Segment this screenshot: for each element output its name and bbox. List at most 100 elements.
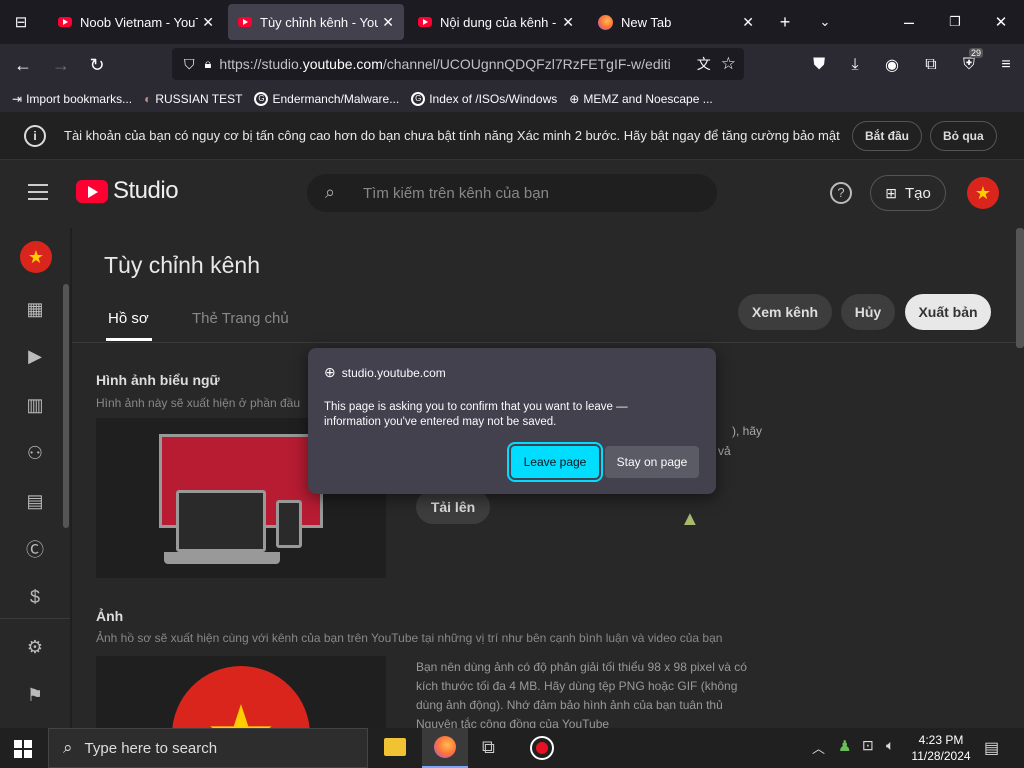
cancel-button[interactable]: Hủy [841, 294, 895, 330]
back-icon[interactable]: ← [8, 50, 38, 80]
dialog-origin: studio.youtube.com [341, 365, 446, 380]
skip-button[interactable]: Bỏ qua [930, 120, 997, 151]
windows-start-icon[interactable] [14, 740, 32, 758]
create-button[interactable]: ⊞ Tạo [870, 175, 946, 211]
settings-icon[interactable]: ⚙ [22, 634, 48, 660]
leave-page-dialog: ⊕ studio.youtube.com This page is asking … [308, 348, 716, 494]
dialog-header: ⊕ studio.youtube.com [324, 364, 446, 381]
tab-channel-content[interactable]: Nội dung của kênh - YouTube ✕ [408, 4, 584, 40]
lock-icon[interactable]: 🔒︎ [205, 56, 212, 72]
taskbar-search-box[interactable]: ⌕ Type here to search [48, 728, 368, 768]
menu-icon[interactable]: ≡ [1001, 56, 1010, 74]
task-view-icon[interactable]: ⧉ [482, 737, 495, 758]
bookmark-label: Endermanch/Malware... [272, 92, 400, 106]
downloads-icon[interactable]: ⤓ [852, 56, 859, 74]
search-icon: ⌕ [325, 182, 336, 202]
close-icon[interactable]: ✕ [382, 14, 394, 31]
tab-customize-channel[interactable]: Tùy chỉnh kênh - YouTube ✕ [228, 4, 404, 40]
extension-badge: 29 [969, 48, 984, 58]
leave-page-button[interactable]: Leave page [511, 446, 599, 478]
url-path: /channel/UCOUgnnQDQFzl7RzFETgIF-w/editi [382, 56, 671, 72]
clock[interactable]: 4:23 PM 11/28/2024 [906, 732, 976, 764]
create-label: Tạo [904, 184, 931, 202]
laptop-base [164, 552, 280, 564]
notification-icon[interactable]: ▤ [984, 738, 999, 758]
add-video-icon: ⊞ [885, 184, 897, 201]
tab-noob-vietnam[interactable]: Noob Vietnam - YouTube ✕ [48, 4, 224, 40]
youtube-logo-icon[interactable] [76, 180, 108, 203]
stay-on-page-button[interactable]: Stay on page [605, 446, 699, 478]
new-tab-icon[interactable]: + [770, 7, 800, 37]
tab-label: Tùy chỉnh kênh - YouTube [260, 14, 379, 30]
restore-icon[interactable]: ❐ [940, 7, 970, 37]
extensions-icon[interactable]: ⧉ [925, 56, 936, 74]
publish-button[interactable]: Xuất bản [905, 294, 991, 330]
tab-new-tab[interactable]: New Tab ✕ [588, 4, 764, 40]
photo-preview: ★ [96, 656, 386, 728]
community-icon[interactable]: ⚇ [22, 440, 48, 466]
shield-icon[interactable]: ⛉ [184, 56, 195, 73]
recorder-icon[interactable] [530, 736, 554, 760]
main-scrollbar[interactable] [1016, 228, 1024, 348]
cursor-artifact-icon: ▲ [680, 508, 700, 530]
translate-icon[interactable]: 文 [697, 54, 711, 74]
dashboard-icon[interactable]: ▦ [22, 296, 48, 322]
subtitles-icon[interactable]: ▤ [22, 488, 48, 514]
content-icon[interactable]: ▶ [22, 343, 48, 369]
tab-profile[interactable]: Hồ sơ [108, 310, 149, 327]
monetization-icon[interactable]: $ [22, 584, 48, 610]
bookmark-import[interactable]: ⇥ Import bookmarks... [12, 92, 132, 106]
window-close-icon[interactable]: ✕ [986, 7, 1016, 37]
feedback-icon[interactable]: ⚑ [22, 682, 48, 708]
start-button[interactable]: Bắt đầu [852, 120, 923, 151]
reload-icon[interactable]: ↻ [82, 50, 112, 80]
taskbar-firefox-button[interactable] [422, 728, 468, 768]
url-prefix: https://studio. [219, 56, 303, 72]
bookmark-isos[interactable]: G Index of /ISOs/Windows [411, 92, 557, 106]
info-icon: i [24, 124, 46, 147]
google-icon: G [411, 92, 426, 106]
close-icon[interactable]: ✕ [562, 14, 574, 31]
chevron-up-icon[interactable]: ︿ [812, 738, 825, 757]
channel-search-input[interactable]: ⌕ Tìm kiếm trên kênh của bạn [307, 174, 717, 212]
help-icon[interactable]: ? [830, 182, 852, 204]
ublock-icon[interactable]: ⛨ 29 [963, 48, 984, 74]
bookmark-endermanch[interactable]: G Endermanch/Malware... [254, 92, 399, 106]
bookmark-russian-test[interactable]: ◐ RUSSIAN TEST [144, 92, 242, 106]
chevron-down-icon[interactable]: ⌄ [810, 7, 840, 37]
hamburger-menu-icon[interactable] [28, 184, 48, 200]
channel-avatar[interactable]: ★ [20, 241, 52, 273]
bookmark-label: Index of /ISOs/Windows [429, 92, 558, 106]
address-bar[interactable]: ⛉ 🔒︎ https://studio. youtube.com/channel/… [172, 48, 744, 80]
globe-icon: ⊕ [324, 364, 336, 380]
active-tab-indicator [106, 338, 152, 341]
user-status-icon[interactable]: ♟ [838, 737, 851, 755]
banner-message: Tài khoản của bạn có nguy cơ bị tấn công… [64, 128, 840, 143]
security-banner: i Tài khoản của bạn có nguy cơ bị tấn cô… [0, 112, 1024, 160]
sidebar-scrollbar[interactable] [63, 284, 69, 528]
view-channel-button[interactable]: Xem kênh [738, 294, 832, 330]
bookmark-memz[interactable]: ⊕ MEMZ and Noescape ... [569, 92, 712, 106]
google-icon: G [254, 92, 269, 106]
tab-home-card[interactable]: Thẻ Trang chủ [192, 310, 289, 327]
avatar[interactable]: ★ [967, 177, 999, 209]
photo-section-desc: Ảnh hồ sơ sẽ xuất hiện cùng với kênh của… [96, 631, 723, 645]
volume-icon[interactable]: 🔈︎ [886, 737, 894, 754]
account-icon[interactable]: ◉ [885, 55, 899, 75]
bookmarks-bar: ⇥ Import bookmarks... ◐ RUSSIAN TEST G Ende… [0, 86, 1024, 112]
close-icon[interactable]: ✕ [202, 14, 214, 31]
bookmark-star-icon[interactable]: ☆ [721, 54, 736, 74]
close-icon[interactable]: ✕ [742, 14, 754, 31]
studio-sidebar: ★ ▦ ▶ ▥ ⚇ ▤ Ⓒ $ ⚙ ⚑ [0, 228, 70, 728]
tab-list-icon[interactable]: ⊟ [6, 7, 36, 37]
photo-section-title: Ảnh [96, 608, 124, 624]
copyright-icon[interactable]: Ⓒ [22, 536, 48, 562]
search-icon: ⌕ [63, 738, 73, 757]
analytics-icon[interactable]: ▥ [22, 392, 48, 418]
minimize-icon[interactable]: – [894, 7, 924, 37]
upload-banner-button[interactable]: Tải lên [416, 490, 490, 524]
pocket-icon[interactable]: ⛊ [813, 56, 825, 74]
file-explorer-icon[interactable] [384, 738, 406, 756]
network-icon[interactable]: ⊡ [862, 737, 874, 754]
forward-icon[interactable]: → [46, 50, 76, 80]
